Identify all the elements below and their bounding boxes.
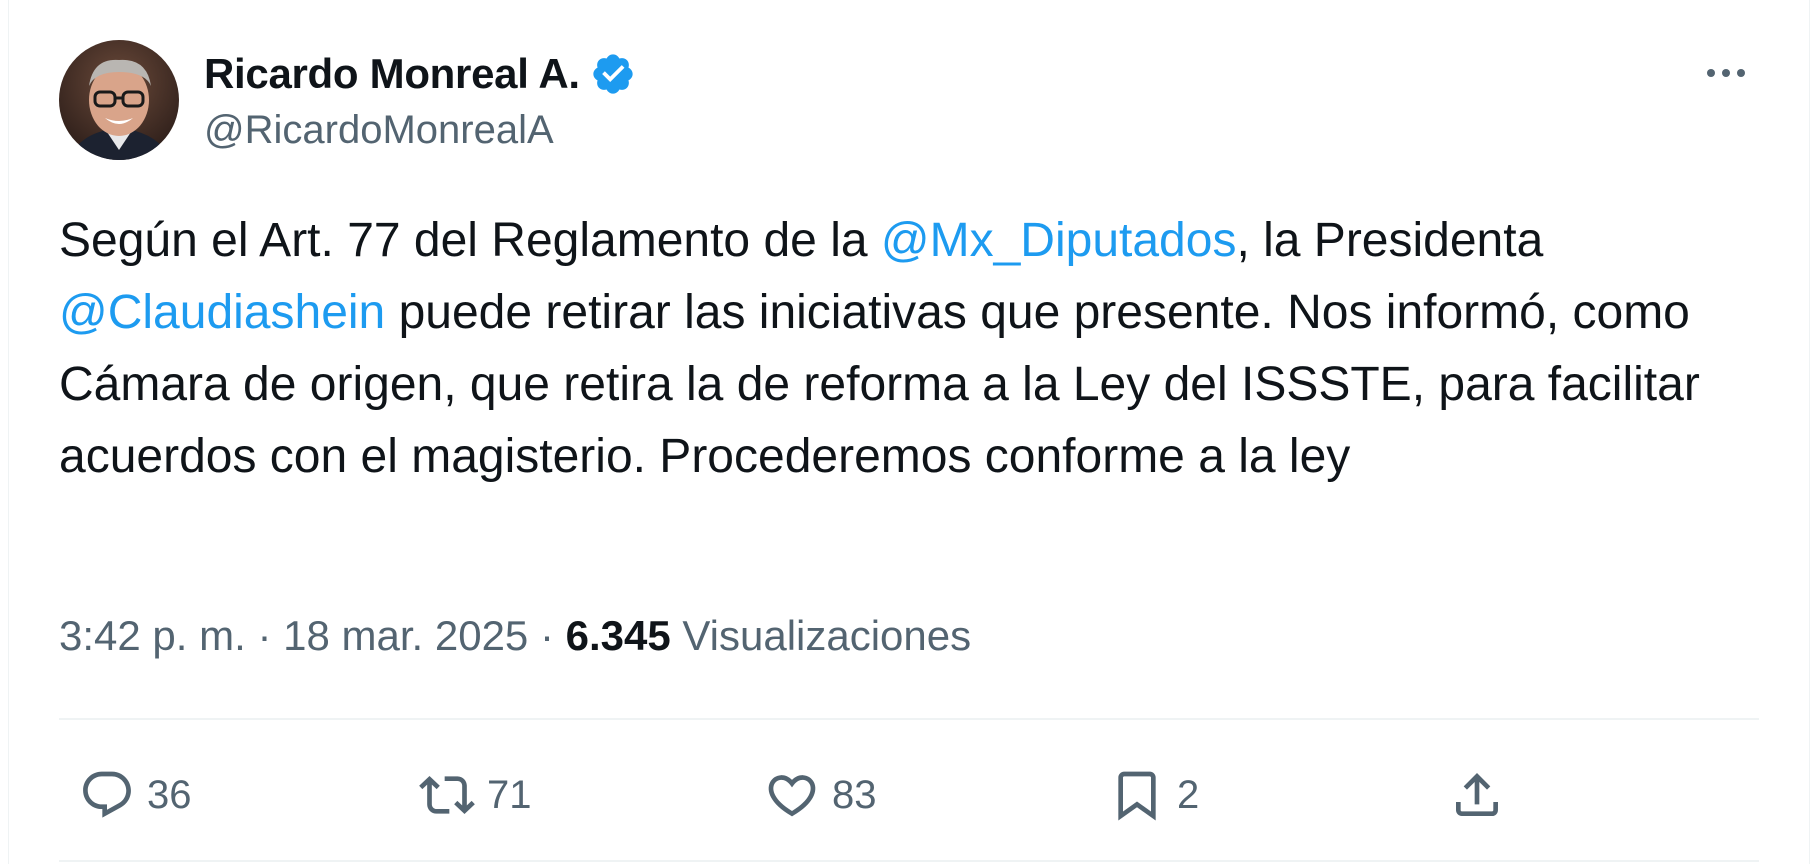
share-upload-icon bbox=[1456, 773, 1498, 816]
reply-button[interactable]: 36 bbox=[79, 760, 192, 830]
heart-icon bbox=[768, 775, 816, 817]
views-label: Visualizaciones bbox=[682, 612, 972, 659]
like-button[interactable]: 83 bbox=[764, 760, 877, 830]
reply-count: 36 bbox=[147, 772, 192, 817]
bookmark-icon bbox=[1118, 771, 1156, 821]
display-name-row: Ricardo Monreal A. bbox=[204, 46, 636, 102]
like-count: 83 bbox=[832, 772, 877, 817]
tweet-card: Ricardo Monreal A. @RicardoMonrealA Segú… bbox=[8, 0, 1810, 864]
tweet-text: Según el Art. 77 del Reglamento de la @M… bbox=[59, 205, 1759, 493]
action-bar: 36 71 83 2 bbox=[79, 760, 1759, 830]
repost-arrows-icon bbox=[419, 776, 475, 814]
repost-button[interactable]: 71 bbox=[419, 760, 532, 830]
share-button[interactable] bbox=[1449, 760, 1505, 830]
reply-bubble-icon bbox=[83, 771, 131, 818]
repost-count: 71 bbox=[487, 772, 532, 817]
more-horizontal-icon[interactable] bbox=[1703, 58, 1749, 88]
author-display-name[interactable]: Ricardo Monreal A. bbox=[204, 50, 580, 98]
views-count: 6.345 bbox=[565, 612, 671, 659]
bottom-divider bbox=[59, 860, 1759, 862]
tweet-date[interactable]: 18 mar. 2025 bbox=[283, 612, 528, 659]
tweet-text-segment: , la Presidenta bbox=[1236, 214, 1544, 267]
meta-separator: · bbox=[257, 612, 272, 659]
verified-badge-icon[interactable] bbox=[590, 51, 636, 97]
bookmark-button[interactable]: 2 bbox=[1109, 760, 1199, 830]
meta-separator: · bbox=[539, 612, 554, 659]
tweet-header: Ricardo Monreal A. @RicardoMonrealA bbox=[59, 40, 1749, 170]
bookmark-count: 2 bbox=[1177, 772, 1200, 817]
author-names: Ricardo Monreal A. @RicardoMonrealA bbox=[204, 46, 636, 153]
tweet-text-segment: Según el Art. 77 del Reglamento de la bbox=[59, 214, 881, 267]
mention-link[interactable]: @Claudiashein bbox=[59, 286, 385, 339]
author-handle[interactable]: @RicardoMonrealA bbox=[204, 108, 636, 153]
divider bbox=[59, 718, 1759, 720]
tweet-meta: 3:42 p. m. · 18 mar. 2025 · 6.345 Visual… bbox=[59, 612, 971, 660]
author-avatar[interactable] bbox=[59, 40, 179, 160]
tweet-time[interactable]: 3:42 p. m. bbox=[59, 612, 246, 659]
mention-link[interactable]: @Mx_Diputados bbox=[881, 214, 1237, 267]
